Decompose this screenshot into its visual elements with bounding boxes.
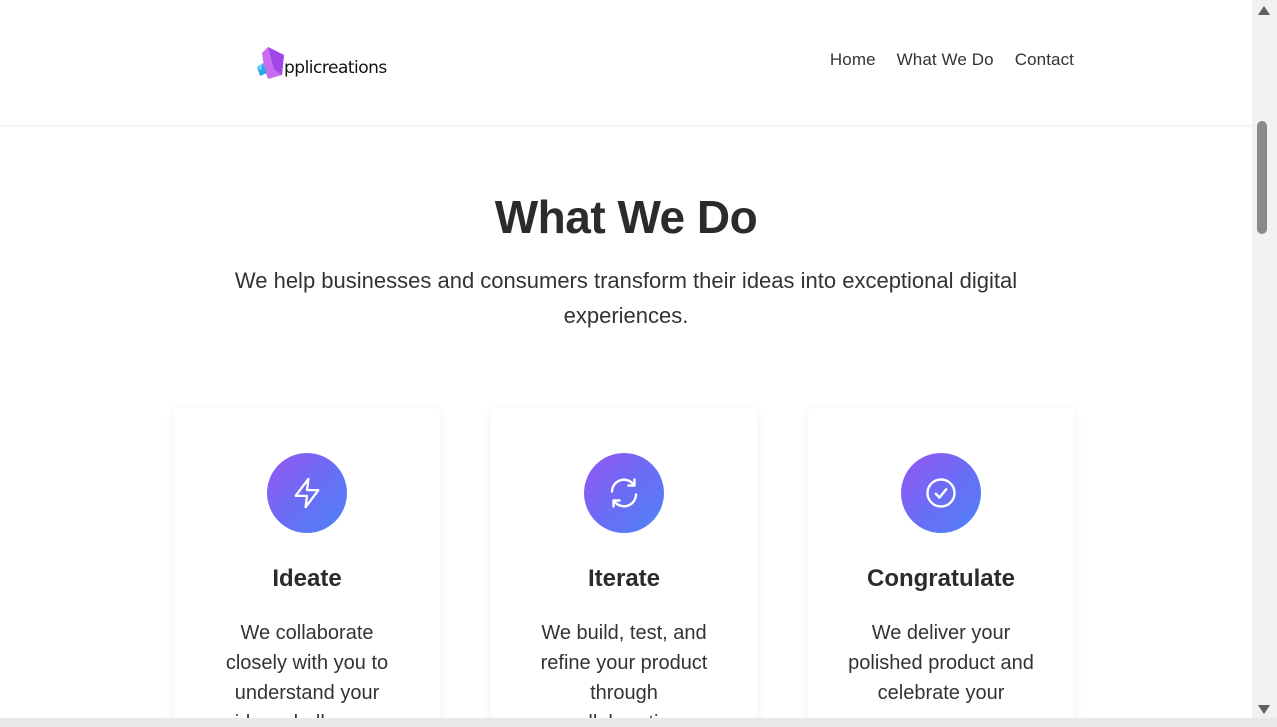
page-subtitle: We help businesses and consumers transfo… xyxy=(234,268,1018,328)
feature-card-congratulate: Congratulate We deliver your polished pr… xyxy=(808,408,1074,718)
card-description: We build, test, and refine your product … xyxy=(540,622,708,718)
feature-card-ideate: Ideate We collaborate closely with you t… xyxy=(174,408,440,718)
card-title: Congratulate xyxy=(866,565,1015,592)
card-description: We deliver your polished product and cel… xyxy=(848,622,1034,718)
main-nav: Home What We Do Contact xyxy=(830,50,1074,70)
card-title: Iterate xyxy=(587,565,661,592)
scroll-down-arrow-icon[interactable] xyxy=(1258,705,1270,714)
lightning-bolt-icon xyxy=(267,453,347,533)
card-description: We collaborate closely with you to under… xyxy=(225,622,389,718)
site-header: pplicreations Home What We Do Contact xyxy=(0,0,1252,126)
brand-logo[interactable]: pplicreations xyxy=(254,41,387,81)
scroll-up-arrow-icon[interactable] xyxy=(1258,6,1270,15)
vertical-scrollbar[interactable] xyxy=(1252,0,1277,718)
logo-mark-icon xyxy=(254,45,286,81)
nav-link-what-we-do[interactable]: What We Do xyxy=(897,50,994,70)
logo-text: pplicreations xyxy=(284,58,387,78)
check-circle-icon xyxy=(901,453,981,533)
refresh-icon xyxy=(584,453,664,533)
page-viewport: pplicreations Home What We Do Contact Wh… xyxy=(0,0,1252,718)
nav-link-home[interactable]: Home xyxy=(830,50,876,70)
nav-link-contact[interactable]: Contact xyxy=(1015,50,1074,70)
feature-card-iterate: Iterate We build, test, and refine your … xyxy=(491,408,757,718)
scrollbar-thumb[interactable] xyxy=(1257,121,1267,234)
card-title: Ideate xyxy=(272,565,342,592)
page-title: What We Do xyxy=(494,191,758,243)
horizontal-scrollbar[interactable] xyxy=(0,718,1277,727)
